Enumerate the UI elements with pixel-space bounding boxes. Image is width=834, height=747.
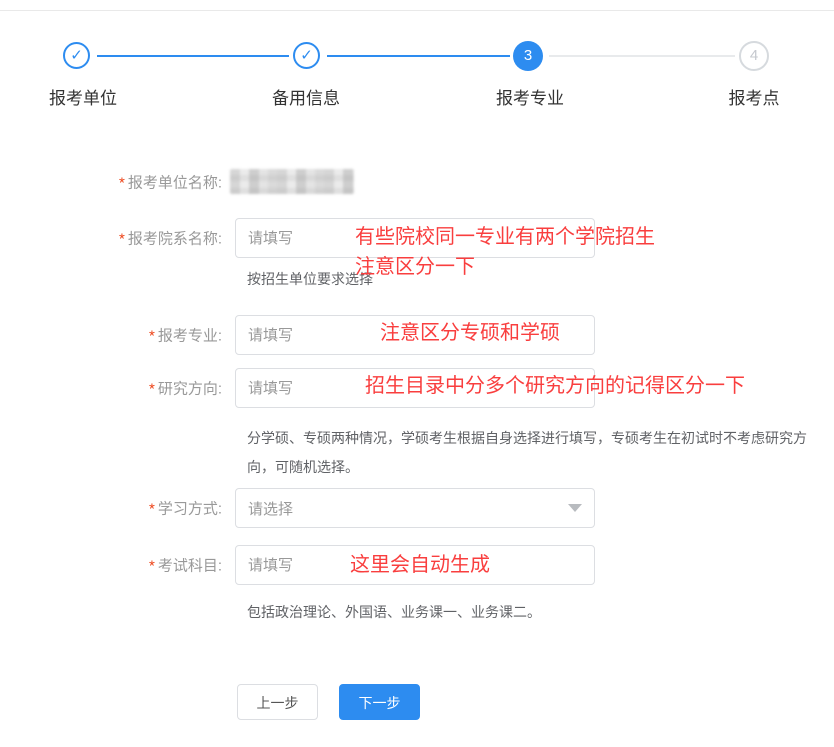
exam-subjects-label: *考试科目:	[0, 555, 222, 576]
field-row-major: *报考专业:	[0, 315, 834, 355]
unit-name-label: *报考单位名称:	[0, 172, 222, 193]
step-4-pending-badge: 4	[739, 41, 769, 71]
step-label-unit: 报考单位	[49, 84, 117, 109]
step-2-done-icon: ✓	[293, 42, 320, 69]
step-1-done-icon: ✓	[63, 42, 90, 69]
step-label-exam-site: 报考点	[729, 84, 780, 109]
exam-subjects-input[interactable]	[235, 545, 595, 585]
major-label: *报考专业:	[0, 325, 222, 346]
required-asterisk: *	[149, 381, 155, 398]
application-form-page: ✓ ✓ 3 4 报考单位 备用信息 报考专业 报考点 *报考单位名称: *报考院…	[0, 0, 834, 747]
step-connector-3	[549, 55, 735, 57]
required-asterisk: *	[119, 231, 125, 248]
study-mode-label: *学习方式:	[0, 498, 222, 519]
step-label-major: 报考专业	[496, 84, 564, 109]
step-connector-1	[97, 55, 289, 57]
field-row-exam-subjects: *考试科目:	[0, 545, 834, 585]
direction-help-text: 分学硕、专硕两种情况，学硕考生根据自身选择进行填写，专硕考生在初试时不考虑研究方…	[247, 424, 809, 482]
required-asterisk: *	[149, 501, 155, 518]
department-label: *报考院系名称:	[0, 228, 222, 249]
required-asterisk: *	[119, 175, 125, 192]
chevron-down-icon	[568, 504, 582, 512]
major-input[interactable]	[235, 315, 595, 355]
direction-label: *研究方向:	[0, 378, 222, 399]
required-asterisk: *	[149, 328, 155, 345]
required-asterisk: *	[149, 558, 155, 575]
exam-subjects-help-text: 包括政治理论、外国语、业务课一、业务课二。	[247, 603, 541, 621]
top-divider	[0, 10, 834, 11]
field-row-direction: *研究方向:	[0, 368, 834, 408]
study-mode-selected-value: 请选择	[248, 498, 568, 519]
field-row-unit-name: *报考单位名称:	[0, 168, 834, 196]
direction-input[interactable]	[235, 368, 595, 408]
previous-step-button[interactable]: 上一步	[237, 684, 318, 720]
department-help-text: 按招生单位要求选择	[247, 270, 373, 288]
unit-name-masked-value	[230, 169, 354, 194]
department-input[interactable]	[235, 218, 595, 258]
step-3-current-badge: 3	[513, 41, 543, 71]
next-step-button[interactable]: 下一步	[339, 684, 420, 720]
study-mode-select[interactable]: 请选择	[235, 488, 595, 528]
step-label-backup: 备用信息	[272, 84, 340, 109]
field-row-department: *报考院系名称:	[0, 218, 834, 258]
field-row-study-mode: *学习方式: 请选择	[0, 488, 834, 528]
step-connector-2	[327, 55, 510, 57]
